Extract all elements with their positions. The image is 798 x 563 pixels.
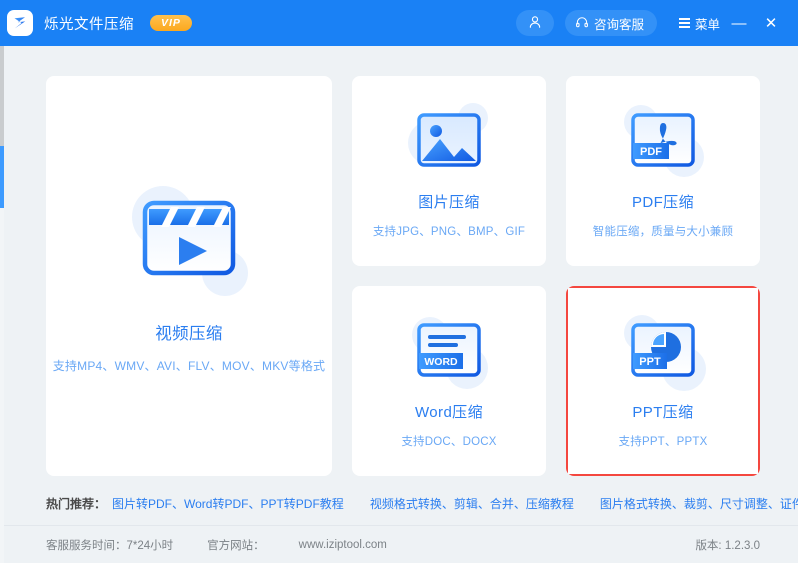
card-row-bottom: WORD Word压缩 支持DOC、DOCX PPT PPT压缩 支持PPT、P… bbox=[352, 286, 760, 476]
headset-icon bbox=[575, 15, 589, 32]
footer-bar: 客服服务时间：7*24小时 官方网站： www.iziptool.com 版本:… bbox=[0, 526, 798, 563]
recommend-link-video-tutorials[interactable]: 视频格式转换、剪辑、合并、压缩教程 bbox=[370, 495, 574, 512]
video-clapper-icon bbox=[124, 178, 254, 298]
hamburger-icon bbox=[678, 18, 690, 28]
card-title: PDF压缩 bbox=[631, 194, 694, 211]
app-window: 烁光文件压缩 VIP 咨询客服 菜单 — ✕ 视频压缩 支持MP4、WMV、AV… bbox=[0, 0, 798, 563]
card-title: 图片压缩 bbox=[418, 194, 480, 211]
hot-recommend-bar: 热门推荐： 图片转PDF、Word转PDF、PPT转PDF教程 视频格式转换、剪… bbox=[0, 482, 798, 526]
hot-recommend-label: 热门推荐： bbox=[46, 497, 107, 511]
right-column: 图片压缩 支持JPG、PNG、BMP、GIF PDF PDF压缩 智能压缩，质量… bbox=[352, 76, 760, 476]
official-website-label: 官方网站： bbox=[207, 539, 265, 552]
menu-label: 菜单 bbox=[694, 17, 720, 32]
card-subtitle: 支持MP4、WMV、AVI、FLV、MOV、MKV等格式 bbox=[52, 359, 326, 373]
customer-service-button[interactable]: 咨询客服 bbox=[564, 10, 657, 36]
ppt-file-icon: PPT bbox=[620, 313, 706, 391]
card-title: PPT压缩 bbox=[632, 404, 694, 421]
user-account-button[interactable] bbox=[515, 10, 554, 36]
card-subtitle: 支持DOC、DOCX bbox=[401, 436, 497, 448]
card-subtitle: 支持JPG、PNG、BMP、GIF bbox=[372, 226, 526, 238]
app-title: 烁光文件压缩 bbox=[44, 16, 134, 33]
main-content: 视频压缩 支持MP4、WMV、AVI、FLV、MOV、MKV等格式 图片压缩 支… bbox=[0, 46, 798, 482]
user-avatar-icon bbox=[528, 15, 542, 32]
customer-service-label: 咨询客服 bbox=[593, 17, 644, 32]
close-button[interactable]: ✕ bbox=[758, 10, 784, 36]
version-text: 版本: 1.2.3.0 bbox=[695, 539, 760, 552]
minimize-button[interactable]: — bbox=[726, 10, 752, 36]
official-website-link[interactable]: www.iziptool.com bbox=[299, 539, 387, 551]
card-word-compress[interactable]: WORD Word压缩 支持DOC、DOCX bbox=[352, 286, 546, 476]
service-hours-text: 客服服务时间：7*24小时 bbox=[46, 539, 174, 552]
card-row-top: 图片压缩 支持JPG、PNG、BMP、GIF PDF PDF压缩 智能压缩，质量… bbox=[352, 76, 760, 266]
app-logo-z-icon bbox=[7, 10, 33, 36]
svg-text:PDF: PDF bbox=[640, 146, 662, 158]
card-video-compress[interactable]: 视频压缩 支持MP4、WMV、AVI、FLV、MOV、MKV等格式 bbox=[46, 76, 332, 476]
card-ppt-compress[interactable]: PPT PPT压缩 支持PPT、PPTX bbox=[566, 286, 760, 476]
title-bar: 烁光文件压缩 VIP 咨询客服 菜单 — ✕ bbox=[0, 0, 798, 46]
left-scrollbar-thumb[interactable] bbox=[0, 146, 4, 208]
left-column: 视频压缩 支持MP4、WMV、AVI、FLV、MOV、MKV等格式 bbox=[46, 76, 332, 476]
recommend-link-pdf-tutorials[interactable]: 图片转PDF、Word转PDF、PPT转PDF教程 bbox=[112, 495, 344, 512]
left-scrollbar-track[interactable] bbox=[0, 46, 4, 563]
image-picture-icon bbox=[406, 103, 492, 177]
card-subtitle: 支持PPT、PPTX bbox=[618, 436, 708, 448]
left-scrollbar-segment-gray bbox=[0, 46, 4, 146]
svg-text:PPT: PPT bbox=[639, 356, 661, 368]
svg-text:WORD: WORD bbox=[424, 356, 458, 368]
card-subtitle: 智能压缩，质量与大小兼顾 bbox=[592, 226, 734, 238]
recommend-link-image-tutorials[interactable]: 图片格式转换、裁剪、尺寸调整、证件照大小调整 bbox=[600, 495, 798, 512]
card-title: 视频压缩 bbox=[155, 325, 223, 343]
menu-button[interactable]: 菜单 bbox=[678, 14, 720, 33]
card-title: Word压缩 bbox=[415, 404, 483, 421]
card-pdf-compress[interactable]: PDF PDF压缩 智能压缩，质量与大小兼顾 bbox=[566, 76, 760, 266]
pdf-file-icon: PDF bbox=[620, 103, 706, 177]
vip-badge[interactable]: VIP bbox=[150, 15, 192, 31]
card-image-compress[interactable]: 图片压缩 支持JPG、PNG、BMP、GIF bbox=[352, 76, 546, 266]
word-file-icon: WORD bbox=[406, 313, 492, 389]
